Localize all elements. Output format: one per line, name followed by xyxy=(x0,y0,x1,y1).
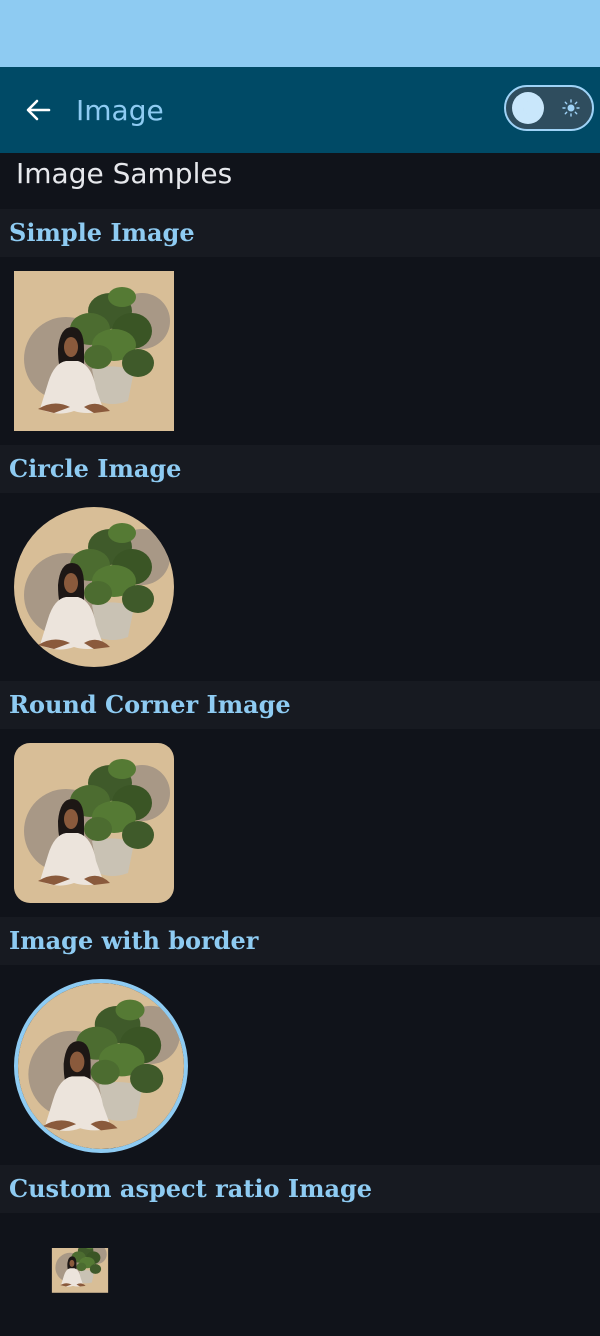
toggle-knob xyxy=(512,92,544,124)
moon-icon xyxy=(523,101,530,115)
bordered-circle-image xyxy=(14,979,188,1153)
app-bar: Image xyxy=(0,67,600,153)
theme-toggle[interactable] xyxy=(504,85,594,131)
back-button[interactable] xyxy=(18,90,58,130)
round-corner-image xyxy=(14,743,174,903)
page-heading: Image Samples xyxy=(16,157,233,190)
simple-image xyxy=(14,271,174,431)
app-title: Image xyxy=(76,93,164,127)
status-bar xyxy=(0,0,600,67)
section-header-image-with-border: Image with border xyxy=(0,917,600,965)
section-header-circle-image: Circle Image xyxy=(0,445,600,493)
arrow-left-icon xyxy=(26,99,51,121)
circle-image xyxy=(14,507,174,667)
sun-icon xyxy=(562,99,580,117)
custom-aspect-ratio-image xyxy=(35,1248,125,1304)
section-header-simple-image: Simple Image xyxy=(0,209,600,257)
section-header-custom-aspect-ratio-image: Custom aspect ratio Image xyxy=(0,1165,600,1213)
section-header-round-corner-image: Round Corner Image xyxy=(0,681,600,729)
